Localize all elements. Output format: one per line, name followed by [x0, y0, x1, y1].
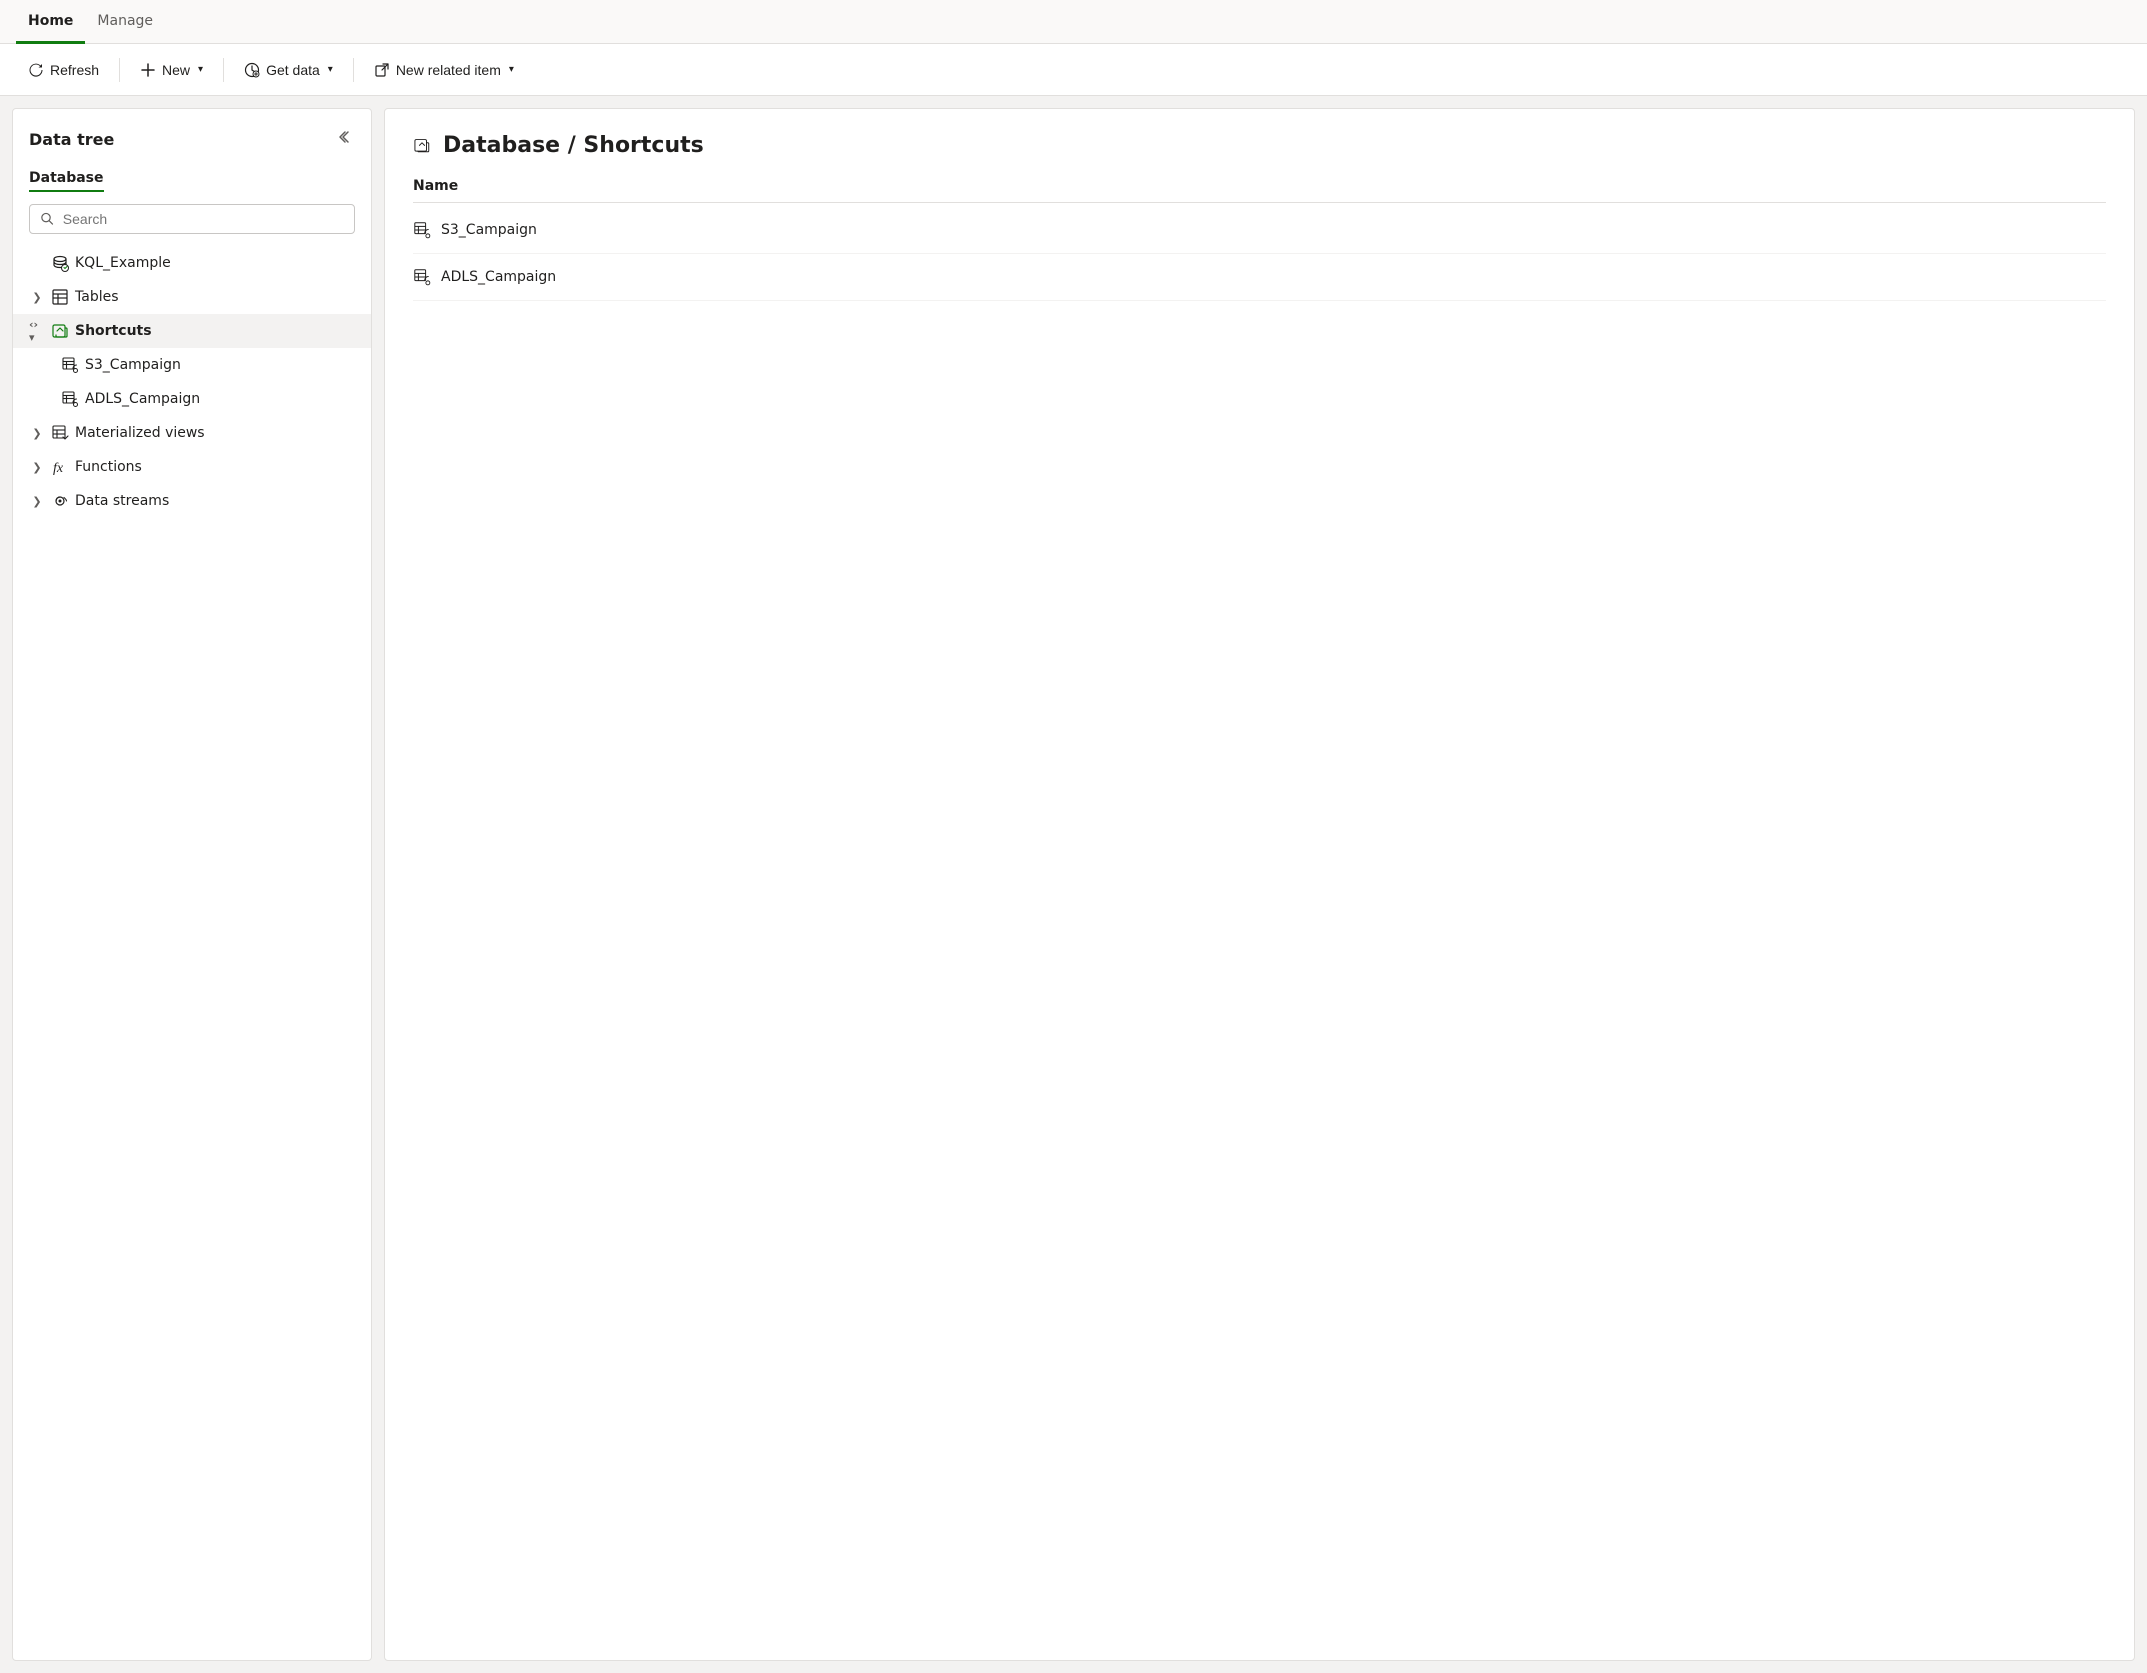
new-related-item-label: New related item: [396, 62, 501, 78]
kql-spacer: [29, 255, 45, 271]
tree-item-functions[interactable]: ❯ fx Functions: [13, 450, 371, 484]
new-label: New: [162, 62, 190, 78]
right-panel-title: Database / Shortcuts: [443, 133, 704, 158]
new-related-item-chevron-icon: ▾: [509, 64, 514, 75]
new-related-item-button[interactable]: New related item ▾: [362, 56, 526, 84]
left-panel: Data tree Database: [12, 108, 372, 1661]
left-panel-header: Data tree: [13, 109, 371, 154]
shortcuts-icon: [51, 322, 69, 340]
search-input[interactable]: [63, 211, 344, 227]
tab-home[interactable]: Home: [16, 1, 85, 44]
plus-icon: [140, 62, 156, 78]
right-panel-header: Database / Shortcuts: [385, 109, 2134, 178]
tables-chevron: ❯: [29, 289, 45, 305]
new-button[interactable]: New ▾: [128, 56, 215, 84]
table-row[interactable]: S3_Campaign: [413, 207, 2106, 254]
name-column-header: Name: [413, 178, 458, 194]
data-streams-chevron: ❯: [29, 493, 45, 509]
data-streams-icon: [51, 492, 69, 510]
adls-campaign-icon: [61, 390, 79, 408]
top-tabs: Home Manage: [0, 0, 2147, 44]
s3-campaign-row-label: S3_Campaign: [441, 222, 537, 238]
data-streams-label: Data streams: [75, 493, 169, 509]
shortcuts-chevron: ‹› ▾: [29, 323, 45, 339]
right-panel-shortcuts-icon: [413, 137, 431, 155]
kql-example-label: KQL_Example: [75, 255, 171, 271]
functions-label: Functions: [75, 459, 142, 475]
main-content: Data tree Database: [0, 96, 2147, 1673]
adls-campaign-label: ADLS_Campaign: [85, 391, 200, 407]
adls-row-icon: [413, 268, 431, 286]
get-data-icon: [244, 62, 260, 78]
db-tab-row: Database: [13, 154, 371, 192]
tables-icon: [51, 288, 69, 306]
toolbar-divider-2: [223, 58, 224, 82]
toolbar-divider-3: [353, 58, 354, 82]
functions-icon: fx: [51, 458, 69, 476]
data-tree-title: Data tree: [29, 130, 114, 149]
materialized-views-icon: [51, 424, 69, 442]
materialized-chevron: ❯: [29, 425, 45, 441]
toolbar: Refresh New ▾ Get data ▾ New related ite…: [0, 44, 2147, 96]
s3-campaign-label: S3_Campaign: [85, 357, 181, 373]
materialized-views-label: Materialized views: [75, 425, 205, 441]
get-data-chevron-icon: ▾: [328, 64, 333, 75]
right-panel: Database / Shortcuts Name: [384, 108, 2135, 1661]
table-header-row: Name: [413, 178, 2106, 203]
right-panel-table: Name S3_Campaign: [385, 178, 2134, 1660]
toolbar-divider-1: [119, 58, 120, 82]
new-chevron-icon: ▾: [198, 64, 203, 75]
get-data-label: Get data: [266, 62, 320, 78]
functions-chevron: ❯: [29, 459, 45, 475]
database-icon: [51, 254, 69, 272]
refresh-label: Refresh: [50, 62, 99, 78]
shortcuts-label: Shortcuts: [75, 323, 152, 339]
search-box: [29, 204, 355, 234]
tab-manage[interactable]: Manage: [85, 1, 165, 44]
get-data-button[interactable]: Get data ▾: [232, 56, 345, 84]
new-related-item-icon: [374, 62, 390, 78]
svg-text:fx: fx: [53, 461, 64, 476]
refresh-icon: [28, 62, 44, 78]
table-row[interactable]: ADLS_Campaign: [413, 254, 2106, 301]
tree-item-tables[interactable]: ❯ Tables: [13, 280, 371, 314]
collapse-button[interactable]: [331, 125, 355, 154]
database-tab[interactable]: Database: [29, 166, 104, 192]
tree-item-adls-campaign[interactable]: ADLS_Campaign: [13, 382, 371, 416]
adls-campaign-row-label: ADLS_Campaign: [441, 269, 556, 285]
tree-item-kql-example[interactable]: KQL_Example: [13, 246, 371, 280]
tree-item-s3-campaign[interactable]: S3_Campaign: [13, 348, 371, 382]
tree-section: KQL_Example ❯ Tables ‹› ▾: [13, 246, 371, 1660]
collapse-icon: [335, 129, 351, 145]
tree-item-materialized-views[interactable]: ❯ Materialized views: [13, 416, 371, 450]
tree-item-shortcuts[interactable]: ‹› ▾ Shortcuts: [13, 314, 371, 348]
s3-row-icon: [413, 221, 431, 239]
search-icon: [40, 211, 55, 227]
tables-label: Tables: [75, 289, 119, 305]
s3-campaign-icon: [61, 356, 79, 374]
refresh-button[interactable]: Refresh: [16, 56, 111, 84]
tree-item-data-streams[interactable]: ❯ Data streams: [13, 484, 371, 518]
